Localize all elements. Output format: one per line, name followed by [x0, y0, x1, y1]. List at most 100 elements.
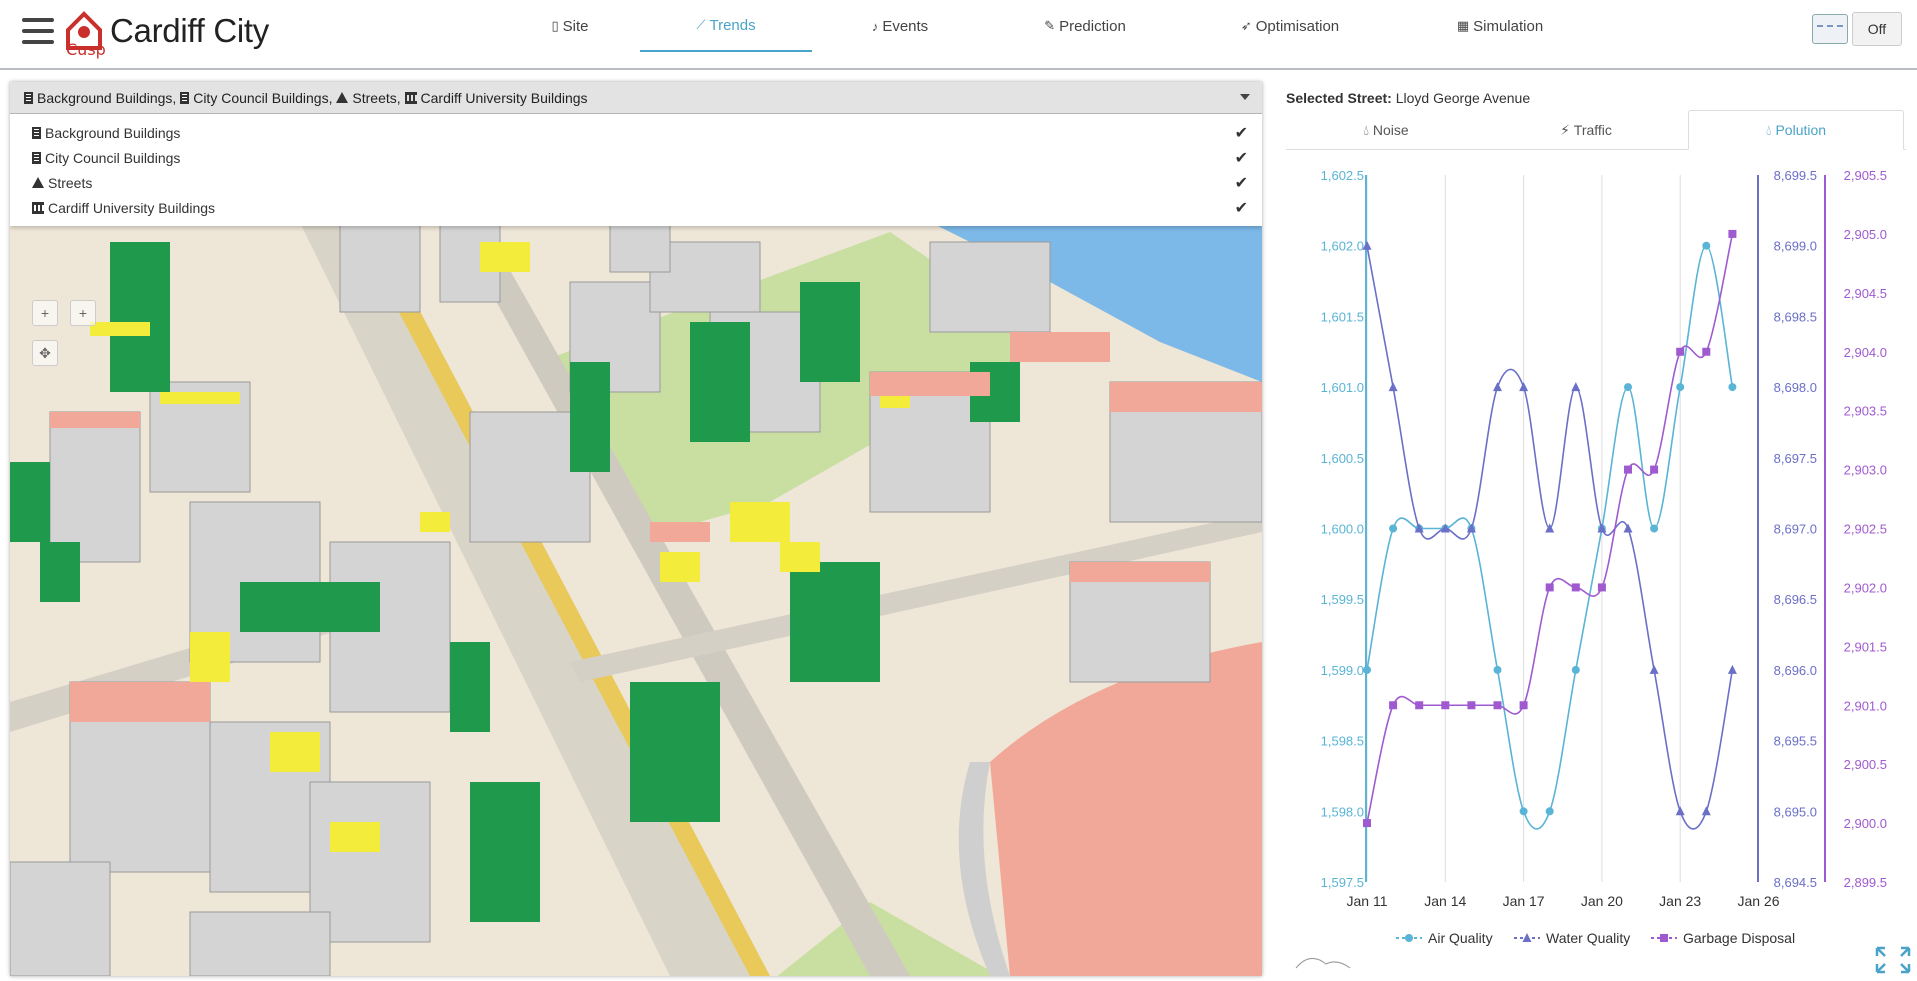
nav-simulation-label: Simulation — [1473, 17, 1544, 35]
nav-trends[interactable]: ⟋ Trends — [640, 0, 812, 52]
nav-optimisation-label: Optimisation — [1255, 17, 1340, 35]
pan-move-button[interactable]: ✥ — [32, 340, 58, 366]
legend-label: Garbage Disposal — [1683, 930, 1795, 946]
layer-summary-part: Background Buildings, — [37, 89, 177, 106]
y-tick-label: 2,900.0 — [1844, 816, 1887, 831]
y-tick-label: 2,904.5 — [1844, 286, 1887, 301]
zoom-in-secondary-button[interactable]: + — [70, 300, 96, 326]
expand-icon[interactable] — [1875, 946, 1911, 974]
check-icon: ✔ — [1234, 199, 1248, 217]
y-tick-label: 1,598.5 — [1321, 734, 1364, 749]
y-tick-label: 8,695.0 — [1774, 804, 1817, 819]
zoom-in-button[interactable]: + — [32, 300, 58, 326]
y-tick-label: 1,600.0 — [1321, 522, 1364, 537]
data-point — [1676, 383, 1685, 392]
y-tick-label: 8,695.5 — [1774, 734, 1817, 749]
map-panel[interactable]: + + ✥ Background Buildings, City Council… — [10, 82, 1262, 976]
nav-site[interactable]: ▯ Site — [520, 0, 620, 52]
chevron-down-icon[interactable] — [1240, 94, 1250, 100]
nav-site-label: Site — [562, 17, 589, 35]
y-tick-label: 1,598.0 — [1321, 804, 1364, 819]
tab-polution-label: Polution — [1775, 122, 1827, 138]
metric-tabs: 💧︎ Noise ⚡︎ Traffic 💧︎ Polution — [1286, 110, 1906, 150]
data-point — [1363, 665, 1371, 674]
x-tick-label: Jan 17 — [1503, 893, 1545, 909]
y-tick-label: 1,602.0 — [1321, 239, 1364, 254]
nav-simulation[interactable]: ▦ Simulation — [1440, 0, 1560, 52]
drop-icon: 💧︎ — [1765, 121, 1772, 138]
data-point — [1702, 241, 1711, 250]
y-tick-label: 8,698.5 — [1774, 309, 1817, 324]
data-point — [1519, 701, 1528, 710]
data-point — [1624, 383, 1632, 392]
y-tick-label: 2,899.5 — [1844, 875, 1887, 890]
y-tick-label: 8,699.5 — [1774, 168, 1817, 183]
data-point — [1727, 664, 1737, 674]
layer-option-background-buildings[interactable]: Background Buildings ✔ — [10, 120, 1262, 145]
tab-polution[interactable]: 💧︎ Polution — [1688, 110, 1904, 150]
layer-option-label: City Council Buildings — [45, 149, 181, 166]
nav-optimisation[interactable]: ➶ Optimisation — [1225, 0, 1355, 52]
y-tick-label: 2,904.0 — [1844, 345, 1887, 360]
y-tick-label: 2,901.0 — [1844, 698, 1887, 713]
legend-marker — [1405, 934, 1413, 942]
pollution-chart: Jan 11 Jan 14 Jan 17 Jan 20 Jan 23 Jan 26 1,59… — [1286, 150, 1917, 976]
data-point — [1571, 583, 1580, 592]
bolt-icon: ⚡︎ — [1560, 121, 1570, 138]
y-tick-label: 2,905.0 — [1844, 227, 1887, 242]
y-tick-label: 8,697.0 — [1774, 522, 1817, 537]
tab-noise-label: Noise — [1372, 122, 1409, 138]
y-tick-label: 1,599.0 — [1321, 663, 1364, 678]
toggle-off-button[interactable]: Off — [1852, 12, 1902, 46]
data-point — [1676, 347, 1685, 356]
x-tick-label: Jan 11 — [1347, 893, 1388, 909]
y-tick-label: 8,697.5 — [1774, 451, 1817, 466]
tab-traffic[interactable]: ⚡︎ Traffic — [1486, 110, 1686, 150]
calculator-icon: ▦ — [1456, 18, 1470, 33]
data-point — [1571, 665, 1580, 674]
layer-select[interactable]: Background Buildings, City Council Build… — [10, 82, 1262, 114]
x-tick-label: Jan 14 — [1424, 893, 1466, 909]
y-tick-label: 8,696.0 — [1774, 663, 1817, 678]
y-tick-label: 8,694.5 — [1774, 875, 1817, 890]
data-point — [1363, 819, 1371, 828]
y-tick-label: 2,903.5 — [1844, 404, 1887, 419]
view-toggle-icon[interactable] — [1812, 14, 1848, 44]
layer-option-label: Background Buildings — [45, 124, 181, 141]
bank-icon — [180, 91, 190, 104]
data-point — [1702, 347, 1711, 356]
y-tick-label: 1,600.5 — [1321, 451, 1364, 466]
selected-street-label: Selected Street: — [1286, 90, 1392, 106]
nav-prediction[interactable]: ✎ Prediction — [1030, 0, 1140, 52]
layer-dropdown-list: Background Buildings ✔ City Council Buil… — [10, 114, 1262, 226]
data-point — [1415, 701, 1424, 710]
data-point — [1597, 583, 1606, 592]
data-point — [1388, 382, 1398, 392]
menu-icon[interactable] — [22, 18, 54, 46]
navigator-sparkline — [1295, 958, 1351, 969]
data-point — [1493, 382, 1502, 392]
university-icon — [404, 91, 417, 104]
layer-option-cardiff-university-buildings[interactable]: Cardiff University Buildings ✔ — [10, 195, 1262, 220]
magic-icon: ✎ — [1044, 18, 1056, 33]
tab-noise[interactable]: 💧︎ Noise — [1286, 110, 1486, 150]
data-point — [1545, 583, 1554, 592]
nav-prediction-label: Prediction — [1059, 17, 1126, 35]
legend-label: Water Quality — [1546, 930, 1630, 946]
nav-trends-label: Trends — [709, 16, 756, 34]
bank-icon — [32, 151, 41, 164]
university-icon — [32, 201, 44, 214]
building-icon — [32, 126, 41, 139]
x-tick-label: Jan 20 — [1581, 893, 1623, 909]
y-tick-label: 1,601.0 — [1321, 380, 1364, 395]
data-point — [1649, 664, 1659, 674]
nav-events[interactable]: ♪ Events — [850, 0, 950, 52]
layer-option-city-council-buildings[interactable]: City Council Buildings ✔ — [10, 145, 1262, 170]
data-point — [1389, 701, 1398, 710]
data-point — [1493, 701, 1502, 710]
selected-street-value: Lloyd George Avenue — [1395, 90, 1531, 106]
layer-summary-part: City Council Buildings, — [193, 89, 333, 106]
y-tick-label: 1,602.5 — [1321, 168, 1364, 183]
data-point — [1519, 382, 1529, 392]
layer-option-streets[interactable]: Streets ✔ — [10, 170, 1262, 195]
